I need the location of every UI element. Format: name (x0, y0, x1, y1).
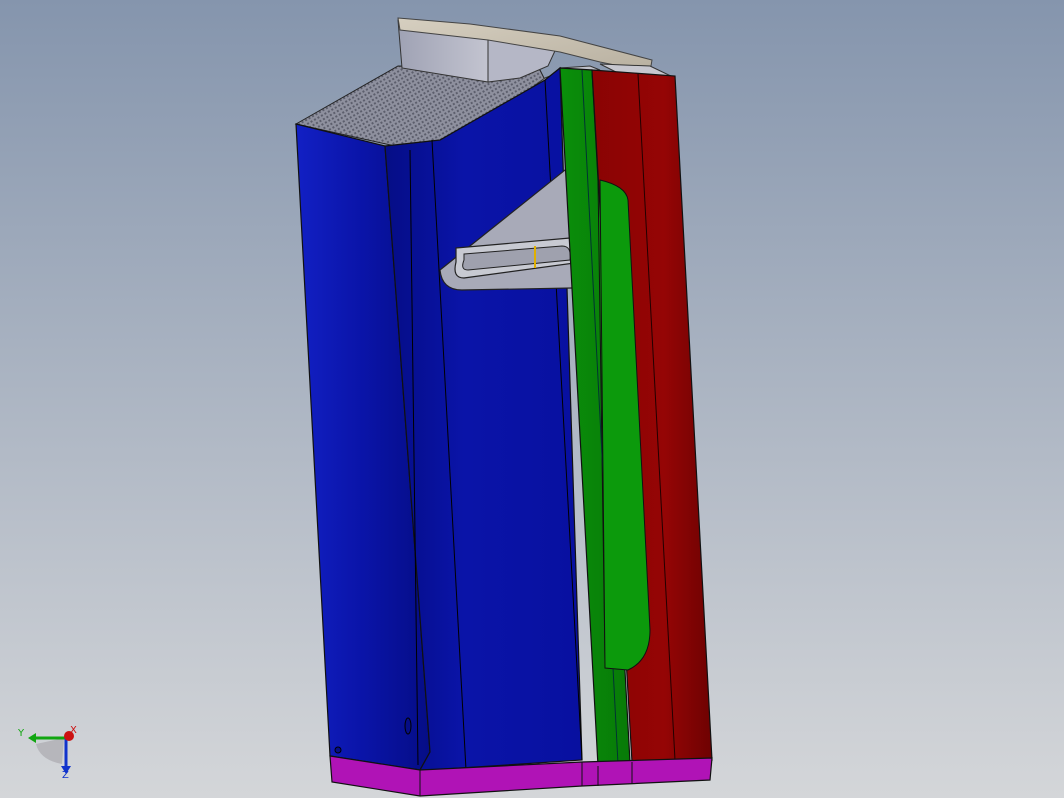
mounting-hole-side (404, 717, 412, 735)
graphics-viewport[interactable]: Y X Z (0, 0, 1064, 798)
triad-z-label: Z (62, 770, 69, 781)
viewport-canvas[interactable]: Y X Z (0, 0, 1064, 798)
device-model[interactable] (294, 17, 713, 797)
triad-x-label: X (70, 725, 77, 736)
mounting-hole-front (334, 746, 342, 754)
triad-y-label: Y (17, 728, 25, 739)
